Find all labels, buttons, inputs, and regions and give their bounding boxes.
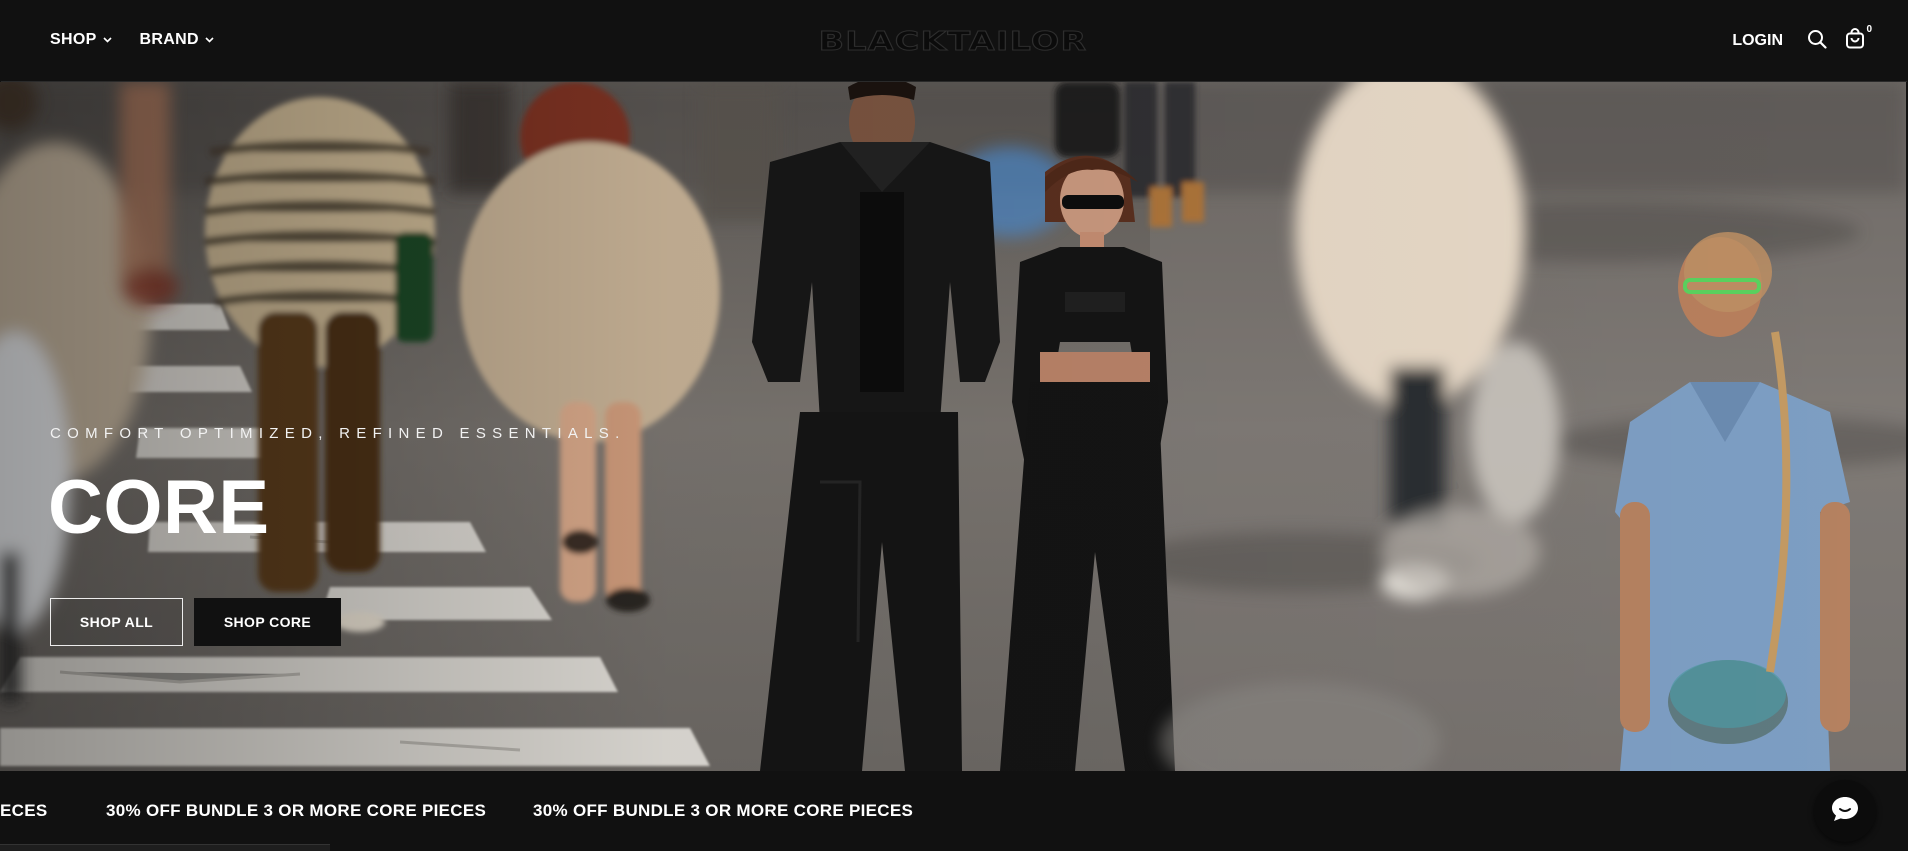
header-actions: LOGIN 0 — [1732, 24, 1872, 55]
marquee-item: 30% OFF BUNDLE 3 OR MORE CORE PIECES — [106, 801, 487, 820]
nav-shop-label: SHOP — [50, 31, 97, 48]
brand-logo[interactable]: BLACKTAILOR — [811, 27, 1096, 58]
promo-marquee: ECES 30% OFF BUNDLE 3 OR MORE CORE PIECE… — [0, 771, 1906, 851]
chevron-down-icon — [102, 37, 112, 43]
search-icon — [1807, 29, 1827, 54]
marquee-item: ECES — [0, 801, 48, 820]
hero-banner[interactable]: COMFORT OPTIMIZED, REFINED ESSENTIALS. C… — [0, 82, 1906, 771]
hero-title: CORE — [48, 465, 270, 550]
logo-text: BLACKTAILOR — [818, 27, 1088, 58]
hero-buttons: SHOP ALL SHOP CORE — [50, 598, 341, 646]
shopping-bag-icon — [1845, 28, 1865, 54]
search-button[interactable] — [1803, 27, 1831, 55]
nav-brand-label: BRAND — [139, 31, 199, 48]
page: SHOP BRAND BLACKTAILOR LOGIN 0 COMFORT O… — [0, 0, 1908, 851]
site-header: SHOP BRAND BLACKTAILOR LOGIN 0 — [1, 1, 1907, 82]
chevron-down-icon — [205, 37, 214, 43]
login-link[interactable]: LOGIN — [1732, 32, 1783, 50]
nav-brand[interactable]: BRAND — [140, 31, 214, 49]
shop-all-button[interactable]: SHOP ALL — [50, 598, 183, 646]
shop-core-button[interactable]: SHOP CORE — [194, 598, 341, 646]
chat-icon — [1830, 795, 1860, 828]
hero-subtitle: COMFORT OPTIMIZED, REFINED ESSENTIALS. — [50, 425, 626, 442]
cart-button[interactable]: 0 — [1841, 24, 1872, 55]
marquee-item: 30% OFF BUNDLE 3 OR MORE CORE PIECES — [533, 801, 914, 820]
cart-count-badge: 0 — [1866, 24, 1872, 35]
main-nav: SHOP BRAND — [50, 31, 214, 49]
nav-shop[interactable]: SHOP — [50, 31, 112, 49]
status-strip — [0, 844, 330, 851]
chat-button[interactable] — [1814, 780, 1876, 842]
